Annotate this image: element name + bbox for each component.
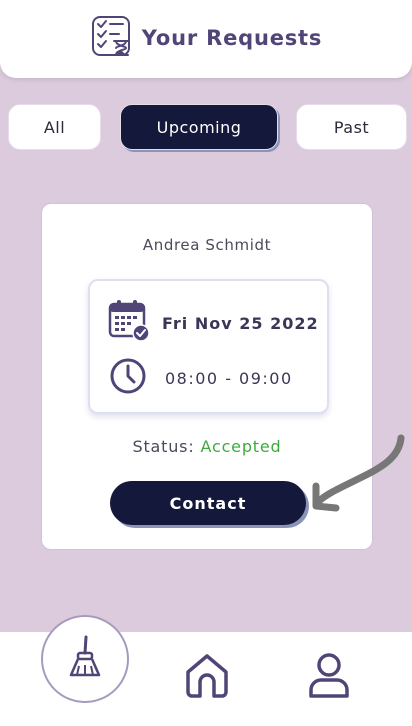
home-icon (184, 654, 230, 702)
calendar-check-icon (108, 299, 150, 347)
tab-past[interactable]: Past (296, 104, 407, 150)
schedule-box: Fri Nov 25 2022 08:00 - 09:00 (88, 279, 329, 414)
broom-icon (67, 635, 103, 683)
requester-name: Andrea Schmidt (142, 236, 272, 254)
arrow-pointer-icon (304, 430, 412, 520)
user-icon (307, 653, 351, 702)
status-label: Status: (132, 437, 195, 456)
app-header: Your Requests (0, 0, 412, 78)
contact-button[interactable]: Contact (110, 481, 306, 525)
tab-all[interactable]: All (8, 104, 101, 150)
checklist-hourglass-icon (90, 14, 134, 62)
nav-broom-button[interactable] (41, 615, 129, 703)
time-row: 08:00 - 09:00 (109, 357, 293, 399)
nav-profile-button[interactable] (307, 652, 351, 702)
header-title-group: Your Requests (90, 14, 322, 62)
request-time: 08:00 - 09:00 (165, 368, 293, 388)
tab-upcoming[interactable]: Upcoming (120, 104, 278, 150)
request-date: Fri Nov 25 2022 (162, 313, 319, 333)
status-badge: Accepted (200, 437, 282, 456)
page-title: Your Requests (141, 26, 323, 50)
clock-icon (109, 357, 147, 399)
nav-home-button[interactable] (184, 652, 230, 702)
date-row: Fri Nov 25 2022 (108, 299, 319, 347)
